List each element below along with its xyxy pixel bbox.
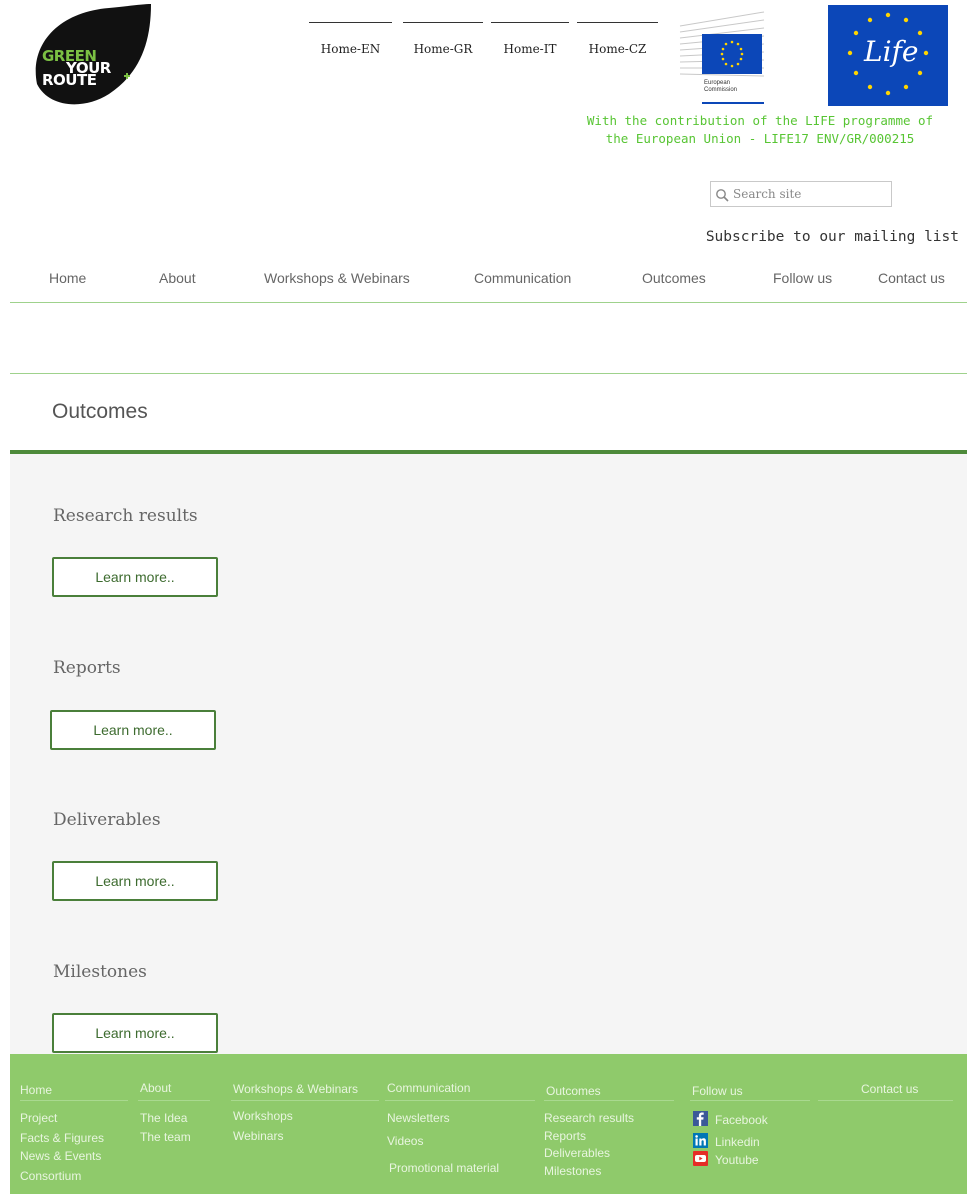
learn-more-research-results-button[interactable]: Learn more.. xyxy=(52,557,218,597)
search-box[interactable] xyxy=(710,181,892,207)
learn-more-deliverables-button[interactable]: Learn more.. xyxy=(52,861,218,901)
european-commission-logo: European Commission xyxy=(678,4,766,108)
footer-divider xyxy=(138,1100,210,1101)
logo-wordmark: GREEN YOUR ROUTE xyxy=(40,49,150,89)
nav-divider xyxy=(10,302,967,303)
section-title-research-results: Research results xyxy=(53,506,198,526)
nav-item-communication[interactable]: Communication xyxy=(474,270,571,286)
footer-link-deliverables[interactable]: Deliverables xyxy=(544,1147,610,1160)
footer-heading-follow-us[interactable]: Follow us xyxy=(692,1084,743,1098)
learn-more-reports-button[interactable]: Learn more.. xyxy=(50,710,216,750)
nav-item-about[interactable]: About xyxy=(159,270,196,286)
linkedin-label: Linkedin xyxy=(715,1135,760,1149)
footer-link-the-idea[interactable]: The Idea xyxy=(140,1112,187,1125)
section-title-milestones: Milestones xyxy=(53,962,147,982)
section-title-reports: Reports xyxy=(53,658,121,678)
ec-text-commission: Commission xyxy=(704,87,738,93)
footer-divider xyxy=(20,1100,128,1101)
nav-item-outcomes[interactable]: Outcomes xyxy=(642,270,706,286)
lang-home-en[interactable]: Home-EN xyxy=(309,22,392,62)
footer-divider xyxy=(818,1100,953,1101)
title-divider xyxy=(10,373,967,374)
footer-divider xyxy=(231,1100,379,1101)
youtube-label: Youtube xyxy=(715,1153,759,1167)
nav-item-workshops-webinars[interactable]: Workshops & Webinars xyxy=(264,270,410,286)
section-title-deliverables: Deliverables xyxy=(53,810,161,830)
nav-item-home[interactable]: Home xyxy=(49,270,86,286)
life-logo-text: Life xyxy=(864,35,919,68)
main-nav: Home About Workshops & Webinars Communic… xyxy=(0,270,967,290)
lang-home-cz[interactable]: Home-CZ xyxy=(577,22,658,62)
footer-link-consortium[interactable]: Consortium xyxy=(20,1170,81,1183)
footer-heading-about[interactable]: About xyxy=(140,1081,171,1095)
footer-heading-outcomes[interactable]: Outcomes xyxy=(546,1084,601,1098)
life-contribution-note: With the contribution of the LIFE progra… xyxy=(560,112,960,148)
contribution-line-2: the European Union - LIFE17 ENV/GR/00021… xyxy=(605,131,915,146)
page-title: Outcomes xyxy=(52,400,148,423)
footer-link-milestones[interactable]: Milestones xyxy=(544,1165,601,1178)
facebook-icon xyxy=(693,1111,708,1126)
footer-divider xyxy=(690,1100,810,1101)
footer-link-news-events[interactable]: News & Events xyxy=(20,1150,101,1163)
lang-home-gr[interactable]: Home-GR xyxy=(403,22,483,62)
youtube-icon xyxy=(693,1151,708,1166)
footer-link-webinars[interactable]: Webinars xyxy=(233,1130,283,1143)
footer-link-workshops[interactable]: Workshops xyxy=(233,1110,293,1123)
subscribe-link[interactable]: Subscribe to our mailing list xyxy=(706,229,959,245)
footer-link-the-team[interactable]: The team xyxy=(140,1131,191,1144)
facebook-label: Facebook xyxy=(715,1113,768,1127)
search-icon xyxy=(716,189,729,202)
outcomes-content-panel xyxy=(10,450,967,1054)
site-footer: Home Project Facts & Figures News & Even… xyxy=(10,1054,967,1194)
footer-link-videos[interactable]: Videos xyxy=(387,1135,423,1148)
life-programme-logo: Life xyxy=(828,5,948,106)
footer-divider xyxy=(385,1100,535,1101)
learn-more-milestones-button[interactable]: Learn more.. xyxy=(52,1013,218,1053)
footer-divider xyxy=(544,1100,674,1101)
footer-link-newsletters[interactable]: Newsletters xyxy=(387,1112,450,1125)
logo-line-route: ROUTE xyxy=(42,71,97,89)
search-input[interactable] xyxy=(733,184,883,204)
footer-link-facts-figures[interactable]: Facts & Figures xyxy=(20,1132,104,1145)
footer-link-promotional-material[interactable]: Promotional material xyxy=(389,1162,499,1175)
footer-heading-workshops-webinars[interactable]: Workshops & Webinars xyxy=(233,1082,358,1096)
footer-heading-contact-us[interactable]: Contact us xyxy=(861,1082,918,1096)
contribution-line-1: With the contribution of the LIFE progra… xyxy=(586,113,934,128)
footer-heading-home[interactable]: Home xyxy=(20,1083,52,1097)
nav-item-follow-us[interactable]: Follow us xyxy=(773,270,832,286)
footer-link-reports[interactable]: Reports xyxy=(544,1130,586,1143)
nav-item-contact-us[interactable]: Contact us xyxy=(878,270,945,286)
footer-heading-communication[interactable]: Communication xyxy=(387,1081,470,1095)
linkedin-icon xyxy=(693,1133,708,1148)
footer-link-research-results[interactable]: Research results xyxy=(544,1112,634,1125)
footer-link-project[interactable]: Project xyxy=(20,1112,57,1125)
lang-home-it[interactable]: Home-IT xyxy=(491,22,569,62)
ec-text-european: European xyxy=(704,80,731,86)
